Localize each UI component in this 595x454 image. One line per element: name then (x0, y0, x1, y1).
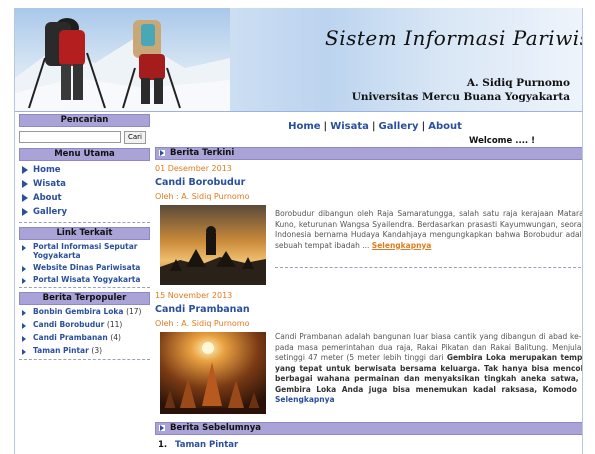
nav-separator: | (371, 121, 376, 132)
hikers-photo (15, 18, 230, 111)
previous-news-item[interactable]: 1. Taman Pintar (155, 439, 582, 451)
triangle-bullet-icon (22, 266, 26, 272)
triangle-bullet-icon (22, 194, 28, 202)
site-header-banner: Sistem Informasi Pariwisata A. Sidiq Pur… (15, 8, 582, 112)
search-button[interactable]: Cari (124, 130, 146, 144)
university-name: Universitas Mercu Buana Yogyakarta (351, 91, 570, 103)
topnav-home[interactable]: Home (288, 121, 320, 132)
previous-news-list: 1. Taman Pintar (155, 439, 582, 451)
topnav-wisata[interactable]: Wisata (330, 121, 369, 132)
topnav-gallery[interactable]: Gallery (379, 121, 419, 132)
main-content: Home | Wisata | Gallery | About Welcome .... !… (155, 114, 582, 451)
related-links-heading: Link Terkait (19, 227, 150, 240)
menu-item-label: Gallery (33, 207, 68, 217)
main-menu: Home Wisata About Gallery (19, 163, 150, 219)
divider (19, 222, 150, 223)
triangle-bullet-icon (22, 208, 28, 216)
popular-item-label: Candi Prambanan (33, 333, 108, 342)
section-heading-label: Berita Sebelumnya (170, 423, 261, 433)
article-byline: Oleh : A. Sidiq Purnomo (155, 319, 250, 328)
search-heading: Pencarian (19, 114, 150, 127)
related-link[interactable]: Portal Wisata Yogyakarta (19, 275, 150, 284)
borobudur-photo (160, 205, 266, 285)
search-input[interactable] (19, 131, 121, 143)
nav-separator: | (421, 121, 426, 132)
triangle-bullet-icon (22, 166, 28, 174)
nav-separator: | (323, 121, 328, 132)
popular-item-count: (4) (110, 333, 121, 342)
welcome-message: Welcome .... ! (469, 136, 535, 146)
popular-item-count: (11) (106, 320, 123, 329)
related-link-label: Portal Informasi Seputar Yogyakarta (33, 242, 138, 260)
section-arrow-icon (159, 150, 165, 156)
popular-list: Bonbin Gembira Loka (17) Candi Borobudur… (19, 307, 150, 355)
menu-item-label: Home (33, 165, 61, 175)
popular-item-label: Bonbin Gembira Loka (33, 307, 124, 316)
popular-item[interactable]: Candi Borobudur (11) (19, 320, 150, 329)
article-excerpt: Borobudur dibangun oleh Raja Samaratungg… (275, 209, 582, 251)
topnav-about[interactable]: About (428, 121, 462, 132)
page-frame: Sistem Informasi Pariwisata A. Sidiq Pur… (14, 8, 583, 454)
section-heading-label: Berita Terkini (170, 148, 235, 158)
search-form: Cari (19, 130, 150, 144)
article-body: Borobudur dibangun oleh Raja Samaratungg… (155, 205, 582, 287)
related-link-label: Website Dinas Pariwisata (33, 263, 141, 272)
related-link[interactable]: Portal Informasi Seputar Yogyakarta (19, 242, 150, 260)
top-navigation: Home | Wisata | Gallery | About (155, 119, 582, 135)
triangle-bullet-icon (22, 336, 26, 342)
previous-news-heading: Berita Sebelumnya (155, 422, 582, 435)
popular-item[interactable]: Bonbin Gembira Loka (17) (19, 307, 150, 316)
popular-item[interactable]: Candi Prambanan (4) (19, 333, 150, 342)
article-byline: Oleh : A. Sidiq Purnomo (155, 192, 250, 201)
read-more-link[interactable]: Selengkapnya (372, 241, 432, 250)
popular-item-label: Candi Borobudur (33, 320, 105, 329)
triangle-bullet-icon (22, 349, 26, 355)
menu-item-about[interactable]: About (19, 191, 150, 205)
triangle-bullet-icon (22, 323, 26, 329)
article-title[interactable]: Candi Prambanan (155, 304, 582, 316)
latest-news-heading: Berita Terkini (155, 147, 582, 160)
divider (19, 287, 150, 288)
main-menu-heading: Menu Utama (19, 148, 150, 161)
related-links-list: Portal Informasi Seputar Yogyakarta Webs… (19, 242, 150, 284)
site-title: Sistem Informasi Pariwisata (325, 26, 582, 50)
triangle-bullet-icon (22, 310, 26, 316)
menu-item-wisata[interactable]: Wisata (19, 177, 150, 191)
related-link[interactable]: Website Dinas Pariwisata (19, 263, 150, 272)
article-date: 01 Desember 2013 (155, 164, 232, 173)
sidebar: Pencarian Cari Menu Utama Home Wisata Ab… (19, 114, 150, 364)
news-article: 01 Desember 2013 Candi Borobudur Oleh : … (155, 164, 582, 287)
menu-item-label: Wisata (33, 179, 66, 189)
article-date: 15 November 2013 (155, 291, 233, 300)
triangle-bullet-icon (22, 245, 26, 251)
popular-item-label: Taman Pintar (33, 346, 89, 355)
author-name: A. Sidiq Purnomo (466, 77, 570, 89)
article-title[interactable]: Candi Borobudur (155, 177, 582, 189)
previous-news-label: Taman Pintar (175, 440, 239, 450)
popular-item-count: (3) (91, 346, 103, 355)
list-number: 1. (158, 440, 168, 450)
divider (19, 359, 150, 360)
article-excerpt: Candi Prambanan adalah bangunan luar bia… (275, 332, 582, 406)
triangle-bullet-icon (22, 278, 26, 284)
section-arrow-icon (159, 425, 165, 431)
news-article: 15 November 2013 Candi Prambanan Oleh : … (155, 291, 582, 418)
menu-item-gallery[interactable]: Gallery (19, 205, 150, 219)
read-more-link[interactable]: Selengkapnya (275, 395, 335, 404)
related-link-label: Portal Wisata Yogyakarta (33, 275, 141, 284)
triangle-bullet-icon (22, 180, 28, 188)
article-body: Candi Prambanan adalah bangunan luar bia… (155, 332, 582, 418)
menu-item-label: About (33, 193, 62, 203)
popular-item[interactable]: Taman Pintar (3) (19, 346, 150, 355)
divider (275, 267, 582, 268)
popular-heading: Berita Terpopuler (19, 292, 150, 305)
prambanan-photo (160, 332, 266, 414)
popular-item-count: (17) (126, 307, 142, 316)
menu-item-home[interactable]: Home (19, 163, 150, 177)
